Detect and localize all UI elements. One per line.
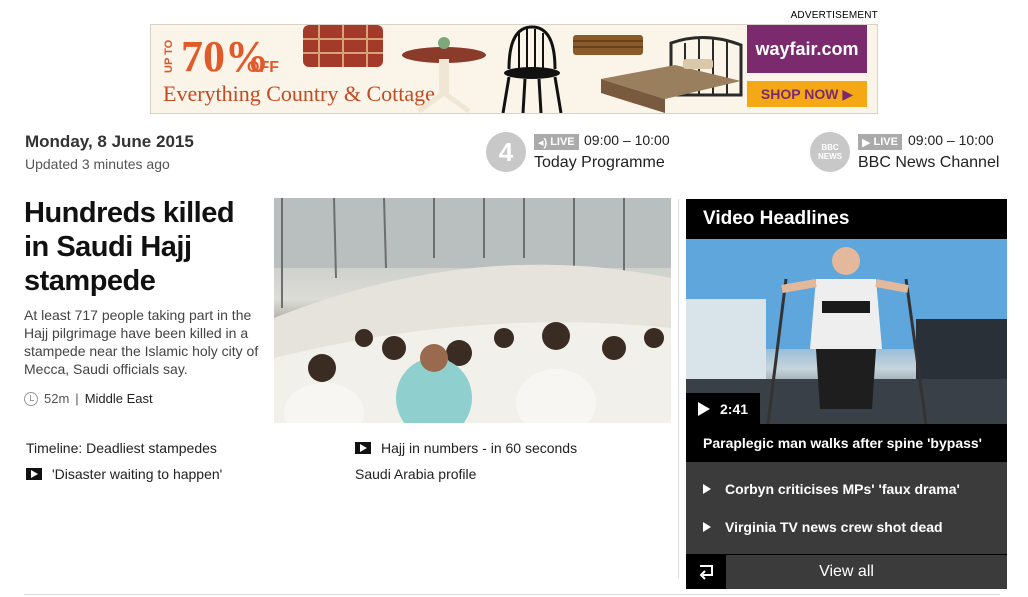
play-icon [703, 484, 711, 494]
play-icon [703, 522, 711, 532]
related-link-hajj-numbers[interactable]: Hajj in numbers - in 60 seconds [355, 440, 577, 456]
meta-separator: | [75, 391, 79, 406]
live-time: 09:00 – 10:00 [584, 132, 670, 148]
video-play-icon [355, 442, 371, 454]
related-link-timeline[interactable]: Timeline: Deadliest stampedes [26, 440, 217, 456]
video-caption[interactable]: Paraplegic man walks after spine 'bypass… [686, 424, 1007, 462]
ad-upto: UP TO [163, 39, 175, 73]
ad-off: OFF [247, 59, 279, 76]
story-hero-image[interactable] [274, 198, 671, 423]
wayfair-advert-banner[interactable]: UP TO 70% OFF Everything Country & Cotta… [150, 24, 878, 114]
video-play-icon [26, 468, 42, 480]
live-badge: ◂) LIVE [534, 134, 579, 150]
live-time: 09:00 – 10:00 [908, 132, 994, 148]
related-link-saudi-profile[interactable]: Saudi Arabia profile [355, 466, 476, 482]
live-title[interactable]: Today Programme [534, 154, 665, 172]
speaker-icon: ◂) [538, 136, 548, 149]
play-icon [698, 401, 710, 416]
page-date: Monday, 8 June 2015 [25, 132, 194, 151]
advertisement-label: ADVERTISEMENT [790, 10, 878, 21]
round-table-icon [402, 37, 486, 113]
radio4-logo-icon: 4 [486, 132, 526, 172]
video-headlines-title: Video Headlines [686, 199, 1007, 239]
updated-time: Updated 3 minutes ago [25, 156, 170, 172]
wayfair-logo: wayfair.com [747, 25, 867, 73]
plaid-pillow-icon [303, 25, 383, 67]
view-all-button[interactable]: View all [686, 555, 1007, 589]
live-badge: ▶ LIVE [858, 134, 902, 150]
story-headline[interactable]: Hundreds killed in Saudi Hajj stampede [24, 196, 254, 298]
return-arrow-icon[interactable] [686, 555, 726, 589]
story-meta: 52m | Middle East [24, 391, 153, 406]
video-headlines-panel: Video Headlines 2:41 Paraplegic man walk… [686, 199, 1007, 589]
related-link-disaster[interactable]: 'Disaster waiting to happen' [26, 466, 222, 482]
play-icon: ▶ [862, 136, 871, 149]
live-title[interactable]: BBC News Channel [858, 154, 999, 172]
video-item[interactable]: Corbyn criticises MPs' 'faux drama' [703, 481, 960, 497]
story-age: 52m [44, 391, 70, 406]
ad-tagline: Everything Country & Cottage [163, 81, 435, 106]
shop-now-button[interactable]: SHOP NOW ▶ [747, 81, 867, 107]
story-summary: At least 717 people taking part in the H… [24, 307, 259, 377]
column-divider [678, 199, 679, 579]
video-item[interactable]: Virginia TV news crew shot dead [703, 519, 943, 535]
clock-icon [24, 391, 38, 406]
windsor-chair-icon [501, 25, 563, 113]
pilgrims-crowd-image [274, 198, 671, 423]
video-duration[interactable]: 2:41 [686, 393, 760, 424]
story-section-link[interactable]: Middle East [85, 391, 153, 406]
bbc-news-logo-icon: BBC NEWS [810, 132, 850, 172]
bottom-divider [24, 594, 1000, 595]
bed-icon [601, 35, 743, 113]
